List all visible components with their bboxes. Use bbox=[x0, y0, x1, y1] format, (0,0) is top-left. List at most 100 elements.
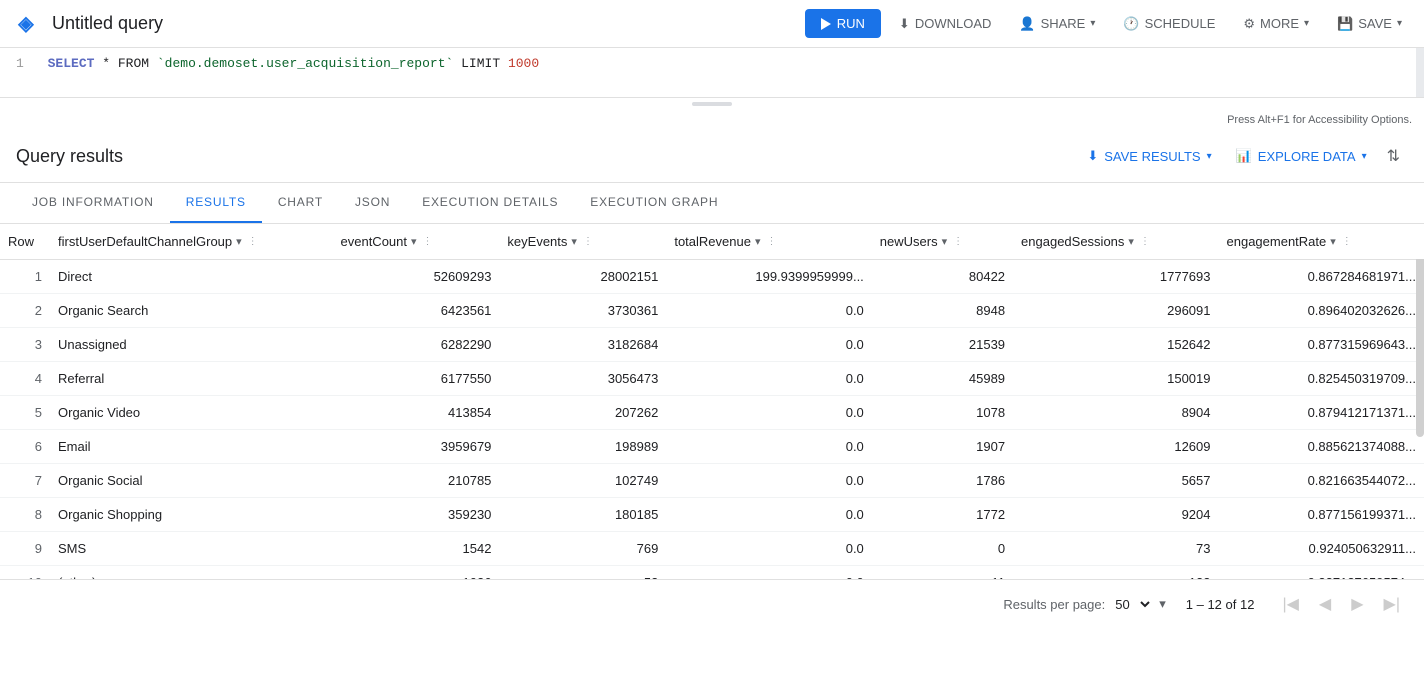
cell-engagedsessions: 9204 bbox=[1013, 498, 1218, 532]
save-results-button[interactable]: ⬇ SAVE RESULTS ▾ bbox=[1075, 142, 1223, 170]
explore-data-chevron-icon: ▾ bbox=[1362, 151, 1367, 162]
cell-row-num: 5 bbox=[0, 396, 50, 430]
cell-eventcount: 6177550 bbox=[333, 362, 500, 396]
sort-icon-engagementrate: ▾ bbox=[1330, 235, 1336, 248]
cell-engagementrate: 0.924050632911... bbox=[1219, 532, 1424, 566]
download-icon: ⬇ bbox=[899, 16, 910, 32]
first-page-button[interactable]: |◀ bbox=[1274, 590, 1306, 618]
table-row: 8 Organic Shopping 359230 180185 0.0 177… bbox=[0, 498, 1424, 532]
cell-channel: Organic Video bbox=[50, 396, 333, 430]
cell-keyevents: 3056473 bbox=[499, 362, 666, 396]
cell-channel: Organic Search bbox=[50, 294, 333, 328]
run-button[interactable]: RUN bbox=[805, 9, 881, 38]
resize-handle-totalrevenue[interactable]: ⋮ bbox=[767, 236, 777, 247]
schedule-icon: 🕐 bbox=[1123, 16, 1139, 32]
cell-eventcount: 3959679 bbox=[333, 430, 500, 464]
cell-totalrevenue: 0.0 bbox=[666, 464, 871, 498]
cell-totalrevenue: 0.0 bbox=[666, 566, 871, 580]
per-page-select[interactable]: 50 100 500 bbox=[1111, 596, 1153, 613]
resize-handle-newusers[interactable]: ⋮ bbox=[953, 236, 963, 247]
cell-engagementrate: 0.879412171371... bbox=[1219, 396, 1424, 430]
editor-resizer[interactable] bbox=[0, 98, 1424, 110]
sort-icon-eventcount: ▾ bbox=[411, 235, 417, 248]
col-header-channel[interactable]: firstUserDefaultChannelGroup ▾ ⋮ bbox=[50, 224, 333, 260]
cell-channel: SMS bbox=[50, 532, 333, 566]
table-row: 2 Organic Search 6423561 3730361 0.0 894… bbox=[0, 294, 1424, 328]
cell-eventcount: 52609293 bbox=[333, 260, 500, 294]
cell-totalrevenue: 0.0 bbox=[666, 396, 871, 430]
cell-engagedsessions: 12609 bbox=[1013, 430, 1218, 464]
cell-totalrevenue: 0.0 bbox=[666, 498, 871, 532]
results-table: Row firstUserDefaultChannelGroup ▾ ⋮ eve… bbox=[0, 224, 1424, 579]
cell-keyevents: 207262 bbox=[499, 396, 666, 430]
col-header-eventcount[interactable]: eventCount ▾ ⋮ bbox=[333, 224, 500, 260]
table-row: 6 Email 3959679 198989 0.0 1907 12609 0.… bbox=[0, 430, 1424, 464]
share-button[interactable]: 👤 SHARE ▾ bbox=[1009, 10, 1105, 38]
col-header-engagedsessions[interactable]: engagedSessions ▾ ⋮ bbox=[1013, 224, 1218, 260]
app-logo: ◈ bbox=[12, 10, 40, 38]
query-title: Untitled query bbox=[48, 13, 797, 34]
tab-chart[interactable]: CHART bbox=[262, 183, 339, 223]
col-header-totalrevenue[interactable]: totalRevenue ▾ ⋮ bbox=[666, 224, 871, 260]
tabs-bar: JOB INFORMATION RESULTS CHART JSON EXECU… bbox=[0, 183, 1424, 224]
save-button[interactable]: 💾 SAVE ▾ bbox=[1327, 10, 1412, 38]
cell-channel: Direct bbox=[50, 260, 333, 294]
explore-data-button[interactable]: 📊 EXPLORE DATA ▾ bbox=[1224, 142, 1379, 170]
cell-row-num: 10 bbox=[0, 566, 50, 580]
sql-editor[interactable]: 1 SELECT * FROM `demo.demoset.user_acqui… bbox=[0, 48, 1424, 98]
resize-handle-engagementrate[interactable]: ⋮ bbox=[1342, 236, 1352, 247]
tab-execution-details[interactable]: EXECUTION DETAILS bbox=[406, 183, 574, 223]
next-page-button[interactable]: ▶ bbox=[1343, 590, 1371, 618]
sql-select-keyword: SELECT bbox=[48, 56, 95, 71]
tab-job-information[interactable]: JOB INFORMATION bbox=[16, 183, 170, 223]
per-page-chevron-icon: ▾ bbox=[1159, 596, 1166, 612]
cell-keyevents: 3730361 bbox=[499, 294, 666, 328]
tab-execution-graph[interactable]: EXECUTION GRAPH bbox=[574, 183, 734, 223]
sql-from-text: * FROM bbox=[102, 56, 157, 71]
col-header-newusers[interactable]: newUsers ▾ ⋮ bbox=[872, 224, 1013, 260]
more-button[interactable]: ⚙ MORE ▾ bbox=[1233, 10, 1319, 38]
save-results-chevron-icon: ▾ bbox=[1207, 151, 1212, 162]
cell-channel: Unassigned bbox=[50, 328, 333, 362]
top-bar: ◈ Untitled query RUN ⬇ DOWNLOAD 👤 SHARE … bbox=[0, 0, 1424, 48]
save-results-icon: ⬇ bbox=[1087, 148, 1098, 164]
resize-handle-engagedsessions[interactable]: ⋮ bbox=[1140, 236, 1150, 247]
cell-newusers: 1907 bbox=[872, 430, 1013, 464]
resize-handle-channel[interactable]: ⋮ bbox=[248, 236, 258, 247]
resize-handle[interactable] bbox=[692, 102, 732, 106]
gear-icon: ⚙ bbox=[1243, 16, 1255, 32]
expand-collapse-button[interactable]: ⇅ bbox=[1379, 142, 1408, 170]
line-number: 1 bbox=[16, 56, 24, 71]
cell-row-num: 7 bbox=[0, 464, 50, 498]
share-icon: 👤 bbox=[1019, 16, 1035, 32]
cell-row-num: 9 bbox=[0, 532, 50, 566]
play-icon bbox=[821, 18, 831, 30]
cell-keyevents: 102749 bbox=[499, 464, 666, 498]
cell-newusers: 8948 bbox=[872, 294, 1013, 328]
cell-eventcount: 413854 bbox=[333, 396, 500, 430]
prev-page-button[interactable]: ◀ bbox=[1311, 590, 1339, 618]
cell-newusers: 1772 bbox=[872, 498, 1013, 532]
tab-results[interactable]: RESULTS bbox=[170, 183, 262, 223]
sql-limit-value: 1000 bbox=[508, 56, 539, 71]
cell-channel: Referral bbox=[50, 362, 333, 396]
resize-handle-eventcount[interactable]: ⋮ bbox=[423, 236, 433, 247]
schedule-button[interactable]: 🕐 SCHEDULE bbox=[1113, 10, 1225, 38]
cell-eventcount: 210785 bbox=[333, 464, 500, 498]
sort-icon-engagedsessions: ▾ bbox=[1128, 235, 1134, 248]
cell-engagementrate: 0.821663544072... bbox=[1219, 464, 1424, 498]
cell-totalrevenue: 0.0 bbox=[666, 362, 871, 396]
table-row: 3 Unassigned 6282290 3182684 0.0 21539 1… bbox=[0, 328, 1424, 362]
col-header-engagementrate[interactable]: engagementRate ▾ ⋮ bbox=[1219, 224, 1424, 260]
resize-handle-keyevents[interactable]: ⋮ bbox=[583, 236, 593, 247]
cell-totalrevenue: 0.0 bbox=[666, 532, 871, 566]
download-button[interactable]: ⬇ DOWNLOAD bbox=[889, 10, 1001, 38]
col-header-keyevents[interactable]: keyEvents ▾ ⋮ bbox=[499, 224, 666, 260]
sort-icon-keyevents: ▾ bbox=[571, 235, 577, 248]
editor-scrollbar[interactable] bbox=[1416, 48, 1424, 97]
cell-row-num: 2 bbox=[0, 294, 50, 328]
cell-engagedsessions: 5657 bbox=[1013, 464, 1218, 498]
last-page-button[interactable]: ▶| bbox=[1376, 590, 1408, 618]
tab-json[interactable]: JSON bbox=[339, 183, 406, 223]
cell-totalrevenue: 0.0 bbox=[666, 430, 871, 464]
